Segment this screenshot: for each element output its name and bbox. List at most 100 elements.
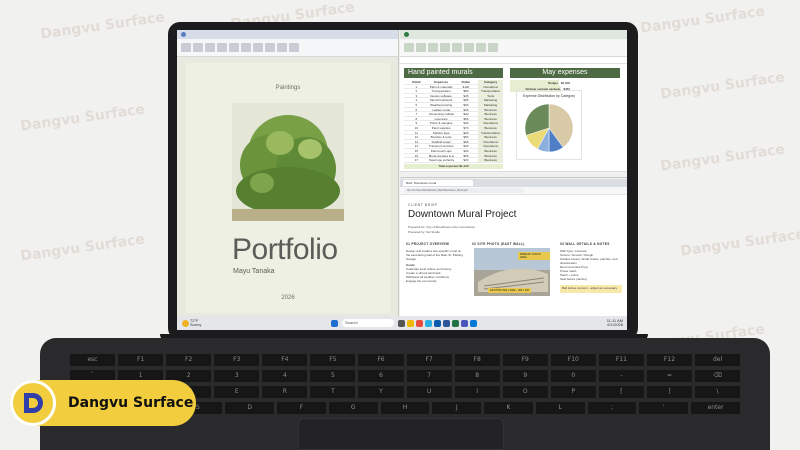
table-cell[interactable]: $35 — [454, 108, 479, 112]
table-cell[interactable]: $95 — [454, 98, 479, 102]
table-cell[interactable]: Business — [478, 116, 503, 121]
table-cell[interactable]: 11 — [404, 131, 429, 135]
table-cell[interactable]: Business — [478, 107, 503, 112]
table-cell[interactable]: Transportation — [478, 89, 503, 93]
taskbar-search[interactable]: Search — [342, 319, 395, 327]
table-cell[interactable]: Operations — [478, 144, 503, 148]
expense-pie-chart[interactable]: Expense Distribution by Category — [516, 90, 582, 160]
table-cell[interactable]: 12 — [404, 135, 429, 139]
table-cell[interactable]: $80 — [454, 89, 479, 93]
table-cell[interactable]: Weatherproofing — [429, 103, 454, 107]
table-cell[interactable]: $55 — [454, 154, 479, 158]
table-cell[interactable]: 16 — [404, 154, 429, 158]
weather-widget[interactable]: 72°F Sunny — [190, 319, 201, 327]
teams-icon[interactable] — [461, 319, 469, 327]
table-row[interactable]: 17Tape/rope surfacing finish$20Business — [404, 158, 503, 163]
table-cell[interactable]: $65 — [454, 140, 479, 144]
ribbon-button[interactable] — [440, 43, 450, 52]
table-cell[interactable]: Tools — [478, 93, 503, 98]
table-cell[interactable]: 14 — [404, 144, 429, 148]
table-cell[interactable]: Marketing — [478, 98, 503, 102]
table-cell[interactable]: Ladder rental — [429, 108, 454, 112]
table-cell[interactable]: $40 — [454, 144, 479, 148]
app-icon[interactable] — [416, 319, 424, 327]
table-cell[interactable]: 17 — [404, 158, 429, 162]
table-cell[interactable]: Scaffold repair — [429, 140, 454, 144]
formula-bar[interactable] — [400, 57, 627, 64]
table-cell[interactable]: Business — [478, 158, 503, 162]
table-cell[interactable]: 1 — [404, 85, 429, 89]
table-cell[interactable]: $70 — [454, 126, 479, 130]
address-bar[interactable]: file:///C:/Users/Mural/Client_Brief/Down… — [400, 187, 627, 195]
ribbon-button[interactable] — [404, 43, 414, 52]
table-cell[interactable]: $45 — [454, 94, 479, 98]
table-cell[interactable]: Prints & samples — [429, 121, 454, 125]
document-page[interactable]: Paintings Portfolio Mayu Tanaka 2026 — [186, 63, 390, 313]
table-cell[interactable]: $55 — [454, 117, 479, 121]
ribbon-button[interactable] — [193, 43, 203, 52]
table-cell[interactable]: Transportation — [429, 89, 454, 93]
table-cell[interactable]: Tape/rope surfacing finish — [429, 158, 454, 162]
expense-table[interactable]: Detail Expenses Dollar Category 1 Paint &… — [404, 80, 503, 163]
ribbon-button[interactable] — [205, 43, 215, 52]
table-cell[interactable]: Transport services — [429, 144, 454, 148]
ribbon-button[interactable] — [229, 43, 239, 52]
ribbon-button[interactable] — [416, 43, 426, 52]
table-cell[interactable]: Business — [478, 125, 503, 130]
ribbon-button[interactable] — [464, 43, 474, 52]
ribbon-button[interactable] — [277, 43, 287, 52]
table-cell[interactable]: $30 — [454, 149, 479, 153]
table-cell[interactable]: $25 — [454, 131, 479, 135]
table-cell[interactable]: Brushes & tools — [429, 135, 454, 139]
table-cell[interactable]: 2 — [404, 89, 429, 93]
table-cell[interactable]: Mural supplies & support — [429, 154, 454, 158]
table-cell[interactable]: 5 — [404, 103, 429, 107]
table-cell[interactable]: Parking fees — [429, 131, 454, 135]
table-cell[interactable]: Paint touch-ups — [429, 149, 454, 153]
table-cell[interactable]: 15 — [404, 149, 429, 153]
file-explorer-icon[interactable] — [407, 319, 415, 327]
ribbon-button[interactable] — [253, 43, 263, 52]
excel-icon[interactable] — [452, 319, 460, 327]
table-cell[interactable]: Design software — [429, 94, 454, 98]
ribbon-button[interactable] — [452, 43, 462, 52]
browser-tab[interactable]: Brief: Downtown mural — [403, 180, 473, 186]
ribbon-button[interactable] — [476, 43, 486, 52]
ribbon-button[interactable] — [217, 43, 227, 52]
table-cell[interactable]: Paint & materials — [429, 85, 454, 89]
table-cell[interactable]: 10 — [404, 126, 429, 130]
ribbon-button[interactable] — [428, 43, 438, 52]
task-view-icon[interactable] — [398, 319, 406, 327]
table-cell[interactable]: $40 — [454, 121, 479, 125]
table-cell[interactable]: 9 — [404, 121, 429, 125]
table-cell[interactable]: Paint supplies — [429, 126, 454, 130]
ribbon-button[interactable] — [181, 43, 191, 52]
word-icon[interactable] — [443, 319, 451, 327]
store-icon[interactable] — [434, 319, 442, 327]
ribbon-button[interactable] — [289, 43, 299, 52]
table-cell[interactable]: $120 — [454, 85, 479, 89]
edge-icon[interactable] — [425, 319, 433, 327]
table-cell[interactable]: 3 — [404, 94, 429, 98]
table-cell[interactable]: $60 — [454, 103, 479, 107]
outlook-icon[interactable] — [470, 319, 478, 327]
ribbon-button[interactable] — [488, 43, 498, 52]
clock[interactable]: 11:11 AM 6/1/2026 — [607, 319, 623, 327]
word-ribbon[interactable] — [177, 39, 398, 57]
table-cell[interactable]: Business — [478, 112, 503, 116]
ribbon-button[interactable] — [241, 43, 251, 52]
ribbon-button[interactable] — [265, 43, 275, 52]
table-cell[interactable]: Operations — [478, 84, 503, 89]
table-cell[interactable]: 13 — [404, 140, 429, 144]
weather-icon[interactable] — [182, 319, 189, 327]
table-cell[interactable]: Transportation — [478, 130, 503, 135]
table-cell[interactable]: 8 — [404, 117, 429, 121]
table-cell[interactable]: $50 — [454, 135, 479, 139]
table-cell[interactable]: 6 — [404, 108, 429, 112]
start-icon[interactable] — [331, 319, 339, 327]
table-cell[interactable]: $30 — [454, 112, 479, 116]
table-cell[interactable]: Insurance — [429, 117, 454, 121]
table-cell[interactable]: Operations — [478, 139, 503, 144]
table-cell[interactable]: Business — [478, 148, 503, 153]
table-cell[interactable]: Marketing — [478, 102, 503, 107]
